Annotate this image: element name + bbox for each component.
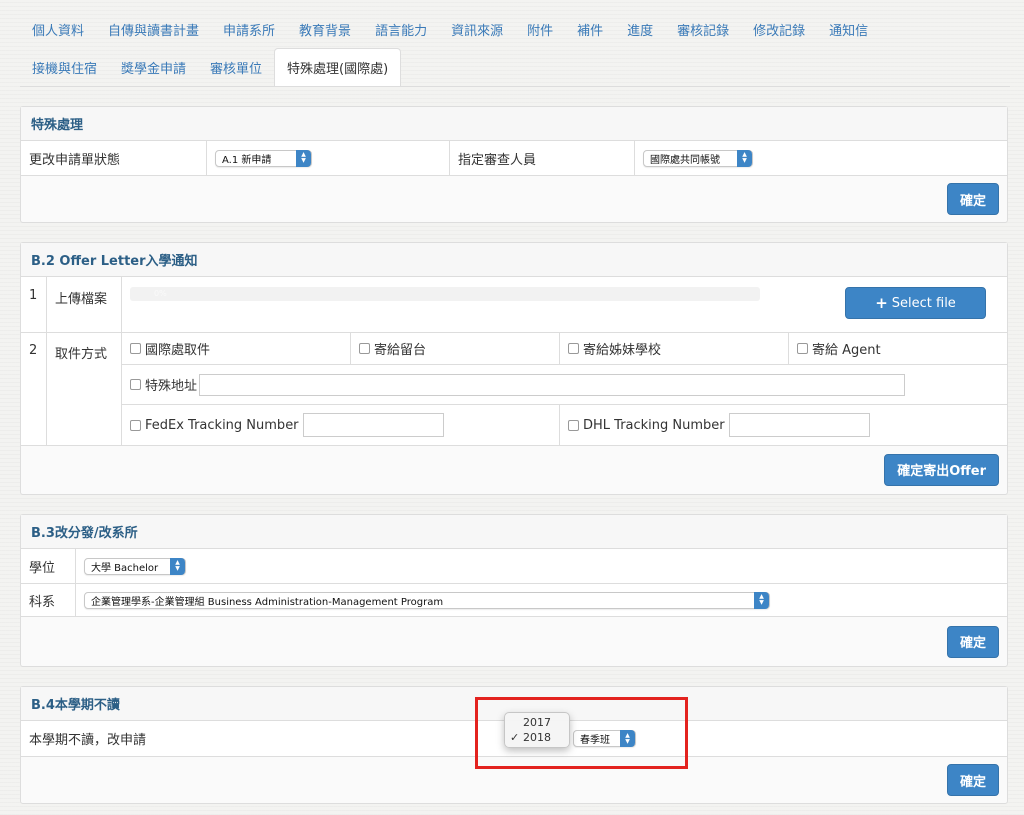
tab-row-1: 個人資料 自傳與讀書計畫 申請系所 教育背景 語言能力 資訊來源 附件 補件 進… [20, 10, 1010, 48]
tab-supplement[interactable]: 補件 [565, 10, 615, 48]
option-send-agent[interactable]: 寄給 Agent [789, 333, 985, 364]
tab-progress[interactable]: 進度 [615, 10, 665, 48]
pickup-options: 國際處取件 寄給留台 寄給姊妹學校 寄給 Agent 特殊地址 FedEx Tr… [122, 333, 1007, 445]
option-send-taiwan[interactable]: 寄給留台 [351, 333, 560, 364]
tab-education[interactable]: 教育背景 [287, 10, 363, 48]
fedex-option[interactable]: FedEx Tracking Number [122, 405, 560, 445]
department-select[interactable]: 企業管理學系-企業管理組 Business Administration-Man… [84, 591, 770, 609]
checkbox[interactable] [130, 343, 141, 354]
highlight-annotation [475, 697, 688, 769]
tab-personal[interactable]: 個人資料 [20, 10, 96, 48]
pickup-row: 2 取件方式 國際處取件 寄給留台 寄給姊妹學校 寄給 Agent 特殊地址 F… [21, 333, 1007, 446]
checkbox[interactable] [130, 379, 141, 390]
checkbox[interactable] [797, 343, 808, 354]
transfer-confirm-button[interactable]: 確定 [946, 625, 999, 658]
reviewer-select-value: 國際處共同帳號 [650, 154, 720, 166]
checkbox[interactable] [130, 419, 141, 431]
dhl-option[interactable]: DHL Tracking Number [560, 405, 1007, 445]
reviewer-label: 指定審查人員 [450, 141, 635, 175]
transfer-title: B.3改分發/改系所 [21, 515, 1007, 549]
tab-special-handling[interactable]: 特殊處理(國際處) [274, 48, 402, 86]
tab-attachments[interactable]: 附件 [515, 10, 565, 48]
option-intl-office[interactable]: 國際處取件 [122, 333, 351, 364]
upload-progress-text: 0% [154, 289, 167, 298]
tab-review-unit[interactable]: 審核單位 [198, 48, 274, 86]
option-special-address[interactable]: 特殊地址 [122, 365, 1007, 404]
transfer-panel: B.3改分發/改系所 學位 大學 Bachelor ▲ ▼ 科系 企業管理學系-企… [20, 514, 1008, 667]
row-number: 2 [21, 333, 47, 445]
tab-language[interactable]: 語言能力 [363, 10, 439, 48]
degree-select-value: 大學 Bachelor [91, 562, 159, 574]
degree-select[interactable]: 大學 Bachelor ▲ ▼ [84, 557, 186, 575]
defer-label: 本學期不讀，改申請 [29, 733, 147, 748]
upload-label: 上傳檔案 [47, 277, 122, 332]
tab-row-2: 接機與住宿 獎學金申請 審核單位 特殊處理(國際處) [20, 48, 1010, 86]
tab-department[interactable]: 申請系所 [211, 10, 287, 48]
select-arrows-icon: ▲ ▼ [737, 149, 752, 167]
select-file-label: Select file [891, 295, 956, 311]
dhl-tracking-input[interactable] [728, 413, 870, 437]
tab-review-log[interactable]: 審核記錄 [665, 10, 741, 48]
tab-autobiography[interactable]: 自傳與讀書計畫 [96, 10, 211, 48]
tab-edit-log[interactable]: 修改記錄 [741, 10, 817, 48]
special-address-input[interactable] [199, 373, 906, 396]
offer-letter-title: B.2 Offer Letter入學通知 [21, 243, 1007, 277]
tab-info-source[interactable]: 資訊來源 [439, 10, 515, 48]
select-file-button[interactable]: + Select file [845, 287, 986, 319]
degree-label: 學位 [21, 549, 76, 583]
reviewer-select[interactable]: 國際處共同帳號 ▲ ▼ [643, 149, 753, 167]
tab-pickup-housing[interactable]: 接機與住宿 [20, 48, 109, 86]
status-row: 更改申請單狀態 A.1 新申請 ▲ ▼ 指定審查人員 國際處共同帳號 ▲ ▼ [21, 141, 1007, 176]
fedex-tracking-input[interactable] [302, 413, 444, 437]
special-handling-panel: 特殊處理 更改申請單狀態 A.1 新申請 ▲ ▼ 指定審查人員 國際處共同帳號 ▲… [20, 106, 1008, 223]
checkbox[interactable] [568, 343, 579, 354]
status-select[interactable]: A.1 新申請 ▲ ▼ [215, 149, 312, 167]
department-label: 科系 [21, 584, 76, 616]
select-arrows-icon: ▲ ▼ [170, 557, 185, 575]
send-offer-button[interactable]: 確定寄出Offer [884, 453, 999, 486]
special-confirm-button[interactable]: 確定 [946, 183, 999, 215]
upload-progress-bar: 0% [130, 287, 760, 301]
special-handling-title: 特殊處理 [21, 107, 1007, 141]
status-label: 更改申請單狀態 [21, 141, 207, 175]
status-select-value: A.1 新申請 [222, 154, 272, 166]
defer-confirm-button[interactable]: 確定 [946, 764, 999, 796]
row-number: 1 [21, 277, 47, 332]
tab-scholarship[interactable]: 獎學金申請 [109, 48, 198, 86]
checkbox[interactable] [359, 343, 370, 354]
department-select-value: 企業管理學系-企業管理組 Business Administration-Man… [91, 596, 444, 608]
plus-icon: + [875, 294, 888, 312]
select-arrows-icon: ▲ ▼ [296, 149, 311, 167]
tab-notice[interactable]: 通知信 [817, 10, 880, 48]
tab-divider [20, 86, 1010, 87]
pickup-label: 取件方式 [47, 333, 122, 445]
upload-row: 1 上傳檔案 0% + Select file [21, 277, 1007, 333]
department-row: 科系 企業管理學系-企業管理組 Business Administration-… [21, 584, 1007, 617]
degree-row: 學位 大學 Bachelor ▲ ▼ [21, 549, 1007, 584]
tab-bar: 個人資料 自傳與讀書計畫 申請系所 教育背景 語言能力 資訊來源 附件 補件 進… [20, 10, 1010, 87]
checkbox[interactable] [568, 419, 579, 431]
option-sister-school[interactable]: 寄給姊妹學校 [560, 333, 789, 364]
offer-letter-panel: B.2 Offer Letter入學通知 1 上傳檔案 0% + Select … [20, 242, 1008, 495]
select-arrows-icon: ▲ ▼ [754, 591, 769, 609]
